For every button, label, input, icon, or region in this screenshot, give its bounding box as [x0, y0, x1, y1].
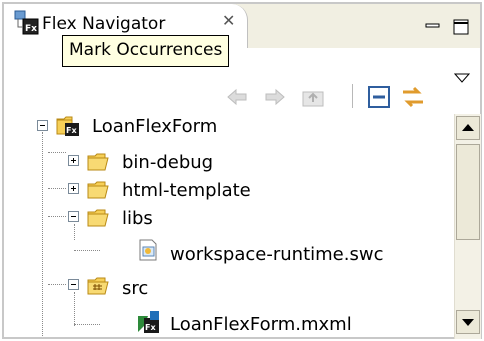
- source-folder-icon: [87, 277, 109, 295]
- expand-icon[interactable]: [68, 155, 79, 166]
- minimize-icon[interactable]: [424, 18, 442, 36]
- tree-item-label: bin-debug: [122, 151, 214, 173]
- svg-text:Fx: Fx: [25, 24, 37, 34]
- toolbar-separator: [352, 84, 353, 108]
- tree-item-project[interactable]: LoanFlexForm: [84, 112, 217, 140]
- tree-item-label: workspace-runtime.swc: [170, 243, 384, 265]
- arrow-up-icon: [462, 124, 474, 131]
- collapse-icon[interactable]: [68, 279, 79, 290]
- folder-icon: [87, 153, 109, 171]
- tree-connector: [74, 292, 75, 326]
- view-menu-icon[interactable]: [452, 68, 472, 88]
- arrow-down-icon: [462, 319, 474, 326]
- expand-icon[interactable]: [68, 183, 79, 194]
- tree-item-label: LoanFlexForm.mxml: [170, 313, 352, 335]
- tree-connector: [48, 284, 66, 285]
- tree-connector: [74, 250, 100, 251]
- tab-title: Flex Navigator: [42, 14, 166, 34]
- tree-item-libs[interactable]: libs: [114, 204, 153, 232]
- tree-connector: [48, 216, 66, 217]
- view-panel: Fx Flex Navigator ✕ Mark Occurrences Fx …: [2, 2, 482, 339]
- tree-connector: [42, 132, 43, 337]
- flex-project-icon: Fx: [56, 116, 79, 136]
- tooltip: Mark Occurrences: [62, 35, 230, 67]
- swc-file-icon: [139, 239, 157, 261]
- tree-item-html-template[interactable]: html-template: [114, 176, 251, 204]
- maximize-icon[interactable]: [452, 18, 470, 36]
- tree-item-label: libs: [122, 207, 153, 229]
- tree-item-label: src: [122, 277, 149, 299]
- tree-connector: [74, 224, 75, 240]
- link-with-editor-icon[interactable]: [400, 84, 426, 110]
- mxml-file-icon: Fx: [138, 311, 159, 333]
- tree-item-label: LoanFlexForm: [92, 115, 218, 137]
- close-icon[interactable]: ✕: [222, 11, 235, 30]
- collapse-icon[interactable]: [68, 211, 79, 222]
- project-tree: Fx LoanFlexForm bin-debug html-template: [4, 112, 454, 337]
- scroll-thumb[interactable]: [456, 144, 480, 240]
- tree-item-src[interactable]: src: [114, 274, 148, 302]
- collapse-all-icon[interactable]: [366, 84, 392, 110]
- folder-open-icon: [87, 209, 109, 227]
- scroll-up-button[interactable]: [456, 116, 480, 140]
- tree-connector: [48, 152, 66, 153]
- folder-icon: [87, 181, 109, 199]
- svg-text:Fx: Fx: [66, 126, 77, 135]
- collapse-icon[interactable]: [37, 120, 48, 131]
- tree-item-loanflexform-mxml[interactable]: LoanFlexForm.mxml: [162, 310, 352, 337]
- flex-navigator-view: Fx Flex Navigator ✕ Mark Occurrences Fx …: [0, 0, 484, 341]
- forward-arrow-icon[interactable]: [262, 84, 288, 110]
- tree-connector: [48, 188, 66, 189]
- tree-connector: [74, 324, 100, 325]
- tree-item-bin-debug[interactable]: bin-debug: [114, 148, 213, 176]
- svg-text:Fx: Fx: [145, 323, 156, 332]
- up-folder-icon[interactable]: [300, 84, 326, 110]
- flex-navigator-icon: Fx: [14, 10, 39, 35]
- tree-item-label: html-template: [122, 179, 251, 201]
- back-arrow-icon[interactable]: [224, 84, 250, 110]
- tree-item-workspace-runtime[interactable]: workspace-runtime.swc: [162, 240, 383, 268]
- vertical-scrollbar[interactable]: [454, 114, 481, 339]
- scroll-down-button[interactable]: [456, 310, 480, 334]
